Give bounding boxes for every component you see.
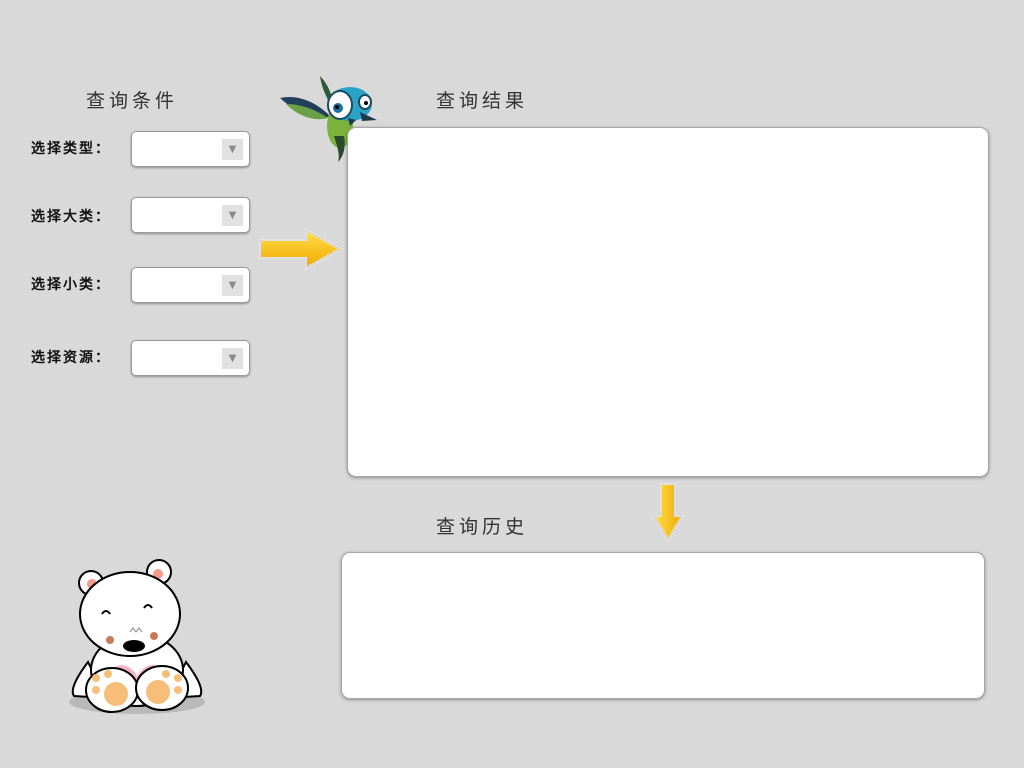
- chevron-down-icon[interactable]: ▼: [222, 139, 243, 160]
- select-subcategory-dropdown[interactable]: ▼: [131, 267, 250, 303]
- select-type-dropdown[interactable]: ▼: [131, 131, 250, 167]
- bear-icon: [69, 559, 205, 714]
- query-results-title: 查询结果: [436, 90, 529, 112]
- chevron-down-icon[interactable]: ▼: [222, 275, 243, 296]
- chevron-down-icon[interactable]: ▼: [222, 348, 243, 369]
- select-resource-dropdown[interactable]: ▼: [131, 340, 250, 376]
- select-resource-label: 选择资源：: [31, 350, 111, 366]
- select-subcategory-label: 选择小类：: [31, 277, 111, 293]
- right-arrow-icon: [259, 228, 342, 270]
- chevron-down-icon[interactable]: ▼: [222, 205, 243, 226]
- query-conditions-title: 查询条件: [86, 90, 179, 112]
- query-history-panel[interactable]: [341, 552, 985, 699]
- select-category-dropdown[interactable]: ▼: [131, 197, 250, 233]
- down-arrow-icon: [652, 483, 684, 542]
- query-results-panel[interactable]: [347, 127, 989, 477]
- select-type-label: 选择类型：: [31, 141, 111, 157]
- select-category-label: 选择大类：: [31, 209, 111, 225]
- query-history-title: 查询历史: [436, 516, 529, 538]
